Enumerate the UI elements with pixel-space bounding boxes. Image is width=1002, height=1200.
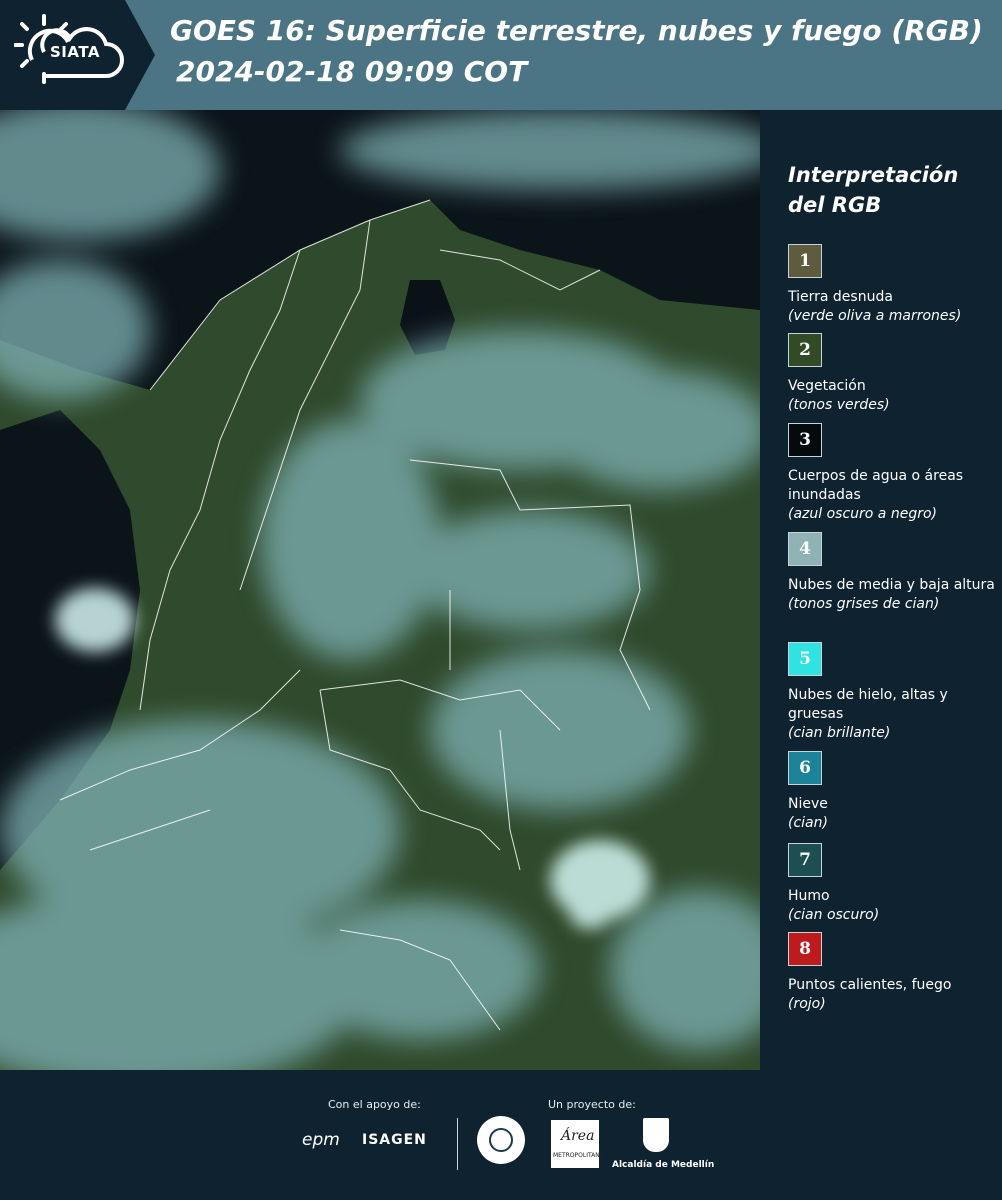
legend-item-desc: (azul oscuro a negro) (788, 506, 937, 522)
legend-item-label: Cuerpos de agua o áreas inundadas (788, 468, 964, 503)
legend-item: 3 Cuerpos de agua o áreas inundadas (azu… (788, 423, 998, 524)
legend-swatch: 5 (788, 642, 822, 676)
university-seal-logo (477, 1116, 525, 1164)
satellite-map-image (0, 110, 760, 1070)
legend-item: 2 Vegetación (tonos verdes) (788, 333, 998, 415)
legend-item-label: Nubes de hielo, altas y gruesas (788, 687, 948, 722)
footer: Con el apoyo de: Un proyecto de: epm ISA… (0, 1070, 1002, 1200)
legend-swatch: 8 (788, 932, 822, 966)
legend-item-desc: (tonos verdes) (788, 397, 890, 413)
legend-item: 1 Tierra desnuda (verde oliva a marrones… (788, 244, 998, 326)
legend-swatch: 2 (788, 333, 822, 367)
support-caption: Con el apoyo de: (328, 1098, 421, 1111)
header-bar: SIATA GOES 16: Superficie terrestre, nub… (0, 0, 1002, 110)
medellin-logo-text: Alcaldía de Medellín (612, 1160, 715, 1170)
siata-logo-text: SIATA (50, 43, 101, 61)
legend-swatch: 1 (788, 244, 822, 278)
footer-divider (457, 1118, 458, 1170)
legend-item: 7 Humo (cian oscuro) (788, 843, 998, 925)
isagen-logo: ISAGEN (362, 1132, 427, 1148)
legend-item-label: Puntos calientes, fuego (788, 977, 952, 993)
siata-logo: SIATA (0, 0, 155, 110)
legend-item-label: Nubes de media y baja altura (788, 577, 995, 593)
page-title: GOES 16: Superficie terrestre, nubes y f… (170, 14, 983, 47)
area-metropolitana-logo: Área METROPOLITANA (551, 1120, 604, 1168)
legend-item-desc: (tonos grises de cian) (788, 596, 940, 612)
legend-item-label: Nieve (788, 796, 828, 812)
medellin-shield-icon (643, 1118, 669, 1152)
legend-item-label: Vegetación (788, 378, 866, 394)
legend-item: 6 Nieve (cian) (788, 751, 998, 833)
legend-item: 5 Nubes de hielo, altas y gruesas (cian … (788, 642, 998, 743)
epm-logo: epm (302, 1130, 340, 1150)
page-timestamp: 2024-02-18 09:09 COT (176, 55, 528, 88)
legend-item-desc: (cian brillante) (788, 725, 891, 741)
legend-item-label: Humo (788, 888, 830, 904)
legend-swatch: 4 (788, 532, 822, 566)
legend-item-desc: (rojo) (788, 996, 826, 1012)
legend-item: 4 Nubes de media y baja altura (tonos gr… (788, 532, 998, 614)
legend-item-desc: (cian oscuro) (788, 907, 880, 923)
metro-logo-text: METROPOLITANA (553, 1152, 604, 1159)
legend-swatch: 3 (788, 423, 822, 457)
legend-heading: Interpretación del RGB (788, 163, 959, 217)
legend-item-desc: (cian) (788, 815, 828, 831)
legend-item-label: Tierra desnuda (788, 289, 893, 305)
project-caption: Un proyecto de: (548, 1098, 636, 1111)
legend-panel: Interpretación del RGB 1 Tierra desnuda … (760, 110, 1002, 1070)
metro-logo-script: Área (561, 1128, 595, 1144)
legend-item-desc: (verde oliva a marrones) (788, 308, 962, 324)
legend-item: 8 Puntos calientes, fuego (rojo) (788, 932, 998, 1014)
legend-swatch: 7 (788, 843, 822, 877)
legend-swatch: 6 (788, 751, 822, 785)
